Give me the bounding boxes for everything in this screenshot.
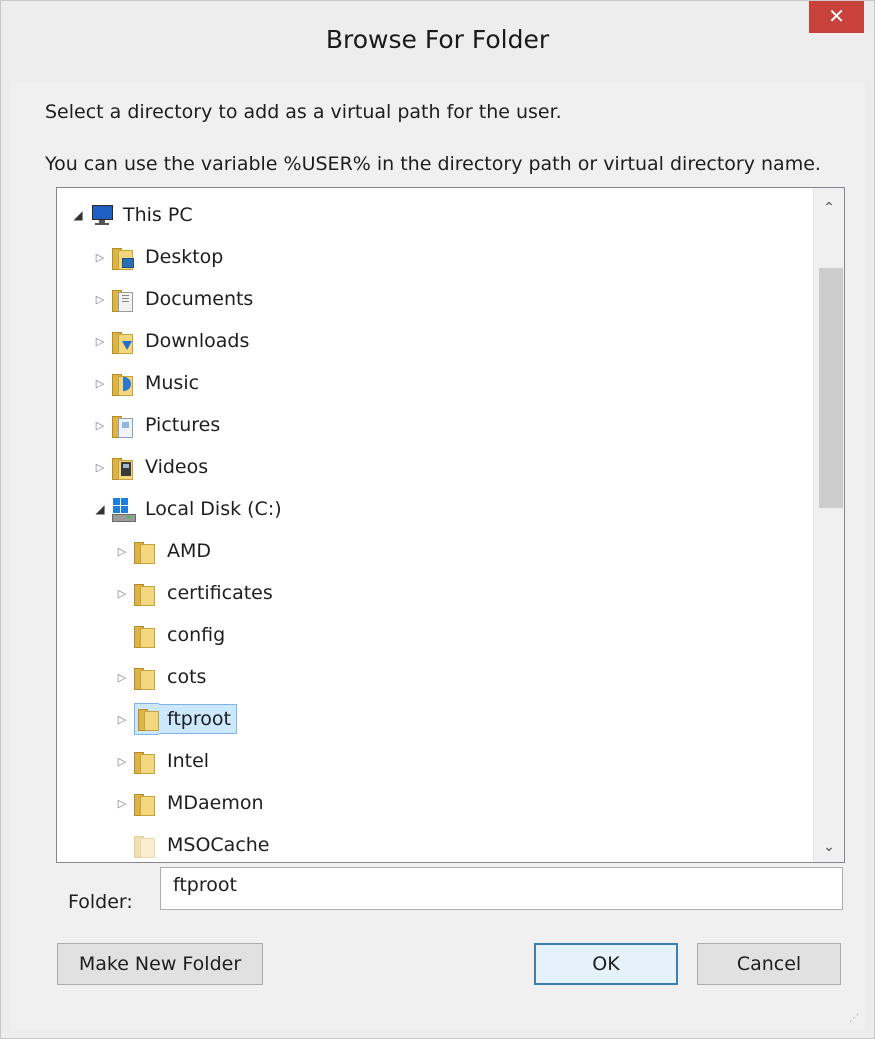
pictures-folder-icon [112, 413, 133, 438]
browse-for-folder-dialog: Browse For Folder ✕ Select a directory t… [0, 0, 875, 1039]
tree-item-videos[interactable]: ▷ Videos [93, 452, 212, 482]
folder-icon [134, 749, 155, 774]
local-disk-icon [112, 497, 136, 522]
tree-item-msocache[interactable]: MSOCache [115, 830, 274, 860]
tree-item-downloads[interactable]: ▷ Downloads [93, 326, 253, 356]
folder-icon [134, 539, 155, 564]
tree-item-label: cots [167, 666, 207, 688]
folder-icon [134, 791, 155, 816]
hint-text: You can use the variable %USER% in the d… [45, 153, 821, 175]
collapse-arrow-icon[interactable]: ◢ [93, 499, 107, 519]
tree-item-label: This PC [123, 204, 193, 226]
scroll-up-button[interactable]: ⌃ [814, 193, 844, 223]
expand-arrow-icon[interactable]: ▷ [115, 583, 129, 603]
tree-item-mdaemon[interactable]: ▷ MDaemon [115, 788, 268, 818]
expand-arrow-icon[interactable]: ▷ [93, 331, 107, 351]
tree-item-intel[interactable]: ▷ Intel [115, 746, 213, 776]
resize-grip-icon[interactable]: ⋰ [849, 1013, 860, 1024]
folder-icon [134, 665, 155, 690]
tree-item-music[interactable]: ▷ Music [93, 368, 203, 398]
tree-item-label: certificates [167, 582, 273, 604]
folder-icon [134, 623, 155, 648]
title-bar[interactable]: Browse For Folder ✕ [1, 1, 874, 83]
expand-arrow-icon[interactable]: ▷ [93, 415, 107, 435]
desktop-folder-icon [112, 245, 134, 270]
scroll-thumb[interactable] [819, 268, 843, 508]
cancel-button[interactable]: Cancel [697, 943, 841, 985]
expand-arrow-icon[interactable]: ▷ [93, 289, 107, 309]
tree-item-label: Downloads [145, 330, 250, 352]
expand-arrow-icon[interactable]: ▷ [115, 667, 129, 687]
folder-field-label: Folder: [68, 891, 133, 913]
downloads-folder-icon [112, 329, 133, 354]
tree-item-label: AMD [167, 540, 212, 562]
tree-item-label: Videos [145, 456, 209, 478]
tree-item-config[interactable]: config [115, 620, 229, 650]
tree-item-label: Intel [167, 750, 210, 772]
tree-item-label: MSOCache [167, 834, 270, 856]
tree-item-local-disk[interactable]: ◢ Local Disk (C:) [93, 494, 286, 524]
expand-arrow-icon[interactable]: ▷ [115, 751, 129, 771]
tree-item-label: Desktop [145, 246, 224, 268]
tree-item-label: ftproot [159, 704, 237, 734]
instruction-text: Select a directory to add as a virtual p… [45, 101, 562, 123]
tree-item-label: Documents [145, 288, 254, 310]
tree-item-label: Music [145, 372, 200, 394]
tree-item-label: MDaemon [167, 792, 264, 814]
folder-name-input[interactable] [160, 867, 843, 910]
tree-item-certificates[interactable]: ▷ certificates [115, 578, 277, 608]
hidden-folder-icon [134, 833, 155, 858]
collapse-arrow-icon[interactable]: ◢ [71, 205, 85, 225]
expand-arrow-icon[interactable]: ▷ [93, 373, 107, 393]
expand-arrow-icon[interactable]: ▷ [115, 709, 129, 729]
folder-tree[interactable]: ◢ This PC ▷ Desktop ▷ Documents ▷ Downlo… [56, 187, 845, 863]
expand-arrow-icon[interactable]: ▷ [115, 541, 129, 561]
tree-scrollbar[interactable]: ⌃ ⌄ [813, 188, 844, 862]
expand-arrow-icon[interactable]: ▷ [93, 247, 107, 267]
chevron-down-icon: ⌄ [823, 839, 835, 855]
tree-item-ftproot[interactable]: ▷ ftproot [115, 703, 237, 735]
tree-item-documents[interactable]: ▷ Documents [93, 284, 257, 314]
music-folder-icon [112, 371, 133, 396]
expand-arrow-icon[interactable]: ▷ [93, 457, 107, 477]
tree-item-label: Pictures [145, 414, 221, 436]
folder-icon [134, 581, 155, 606]
tree-item-label: config [167, 624, 226, 646]
close-icon: ✕ [828, 4, 845, 28]
tree-item-label: Local Disk (C:) [145, 498, 282, 520]
computer-icon [90, 203, 113, 227]
documents-folder-icon [112, 287, 133, 312]
make-new-folder-button[interactable]: Make New Folder [57, 943, 263, 985]
ok-button[interactable]: OK [534, 943, 678, 985]
scroll-down-button[interactable]: ⌄ [814, 832, 844, 862]
tree-item-desktop[interactable]: ▷ Desktop [93, 242, 227, 272]
videos-folder-icon [112, 455, 133, 480]
tree-item-this-pc[interactable]: ◢ This PC [71, 200, 197, 230]
expand-arrow-icon[interactable]: ▷ [115, 793, 129, 813]
folder-icon [134, 703, 159, 735]
chevron-up-icon: ⌃ [823, 200, 835, 216]
tree-item-amd[interactable]: ▷ AMD [115, 536, 215, 566]
tree-item-pictures[interactable]: ▷ Pictures [93, 410, 224, 440]
close-button[interactable]: ✕ [809, 1, 864, 33]
tree-item-cots[interactable]: ▷ cots [115, 662, 210, 692]
window-title: Browse For Folder [325, 25, 550, 54]
